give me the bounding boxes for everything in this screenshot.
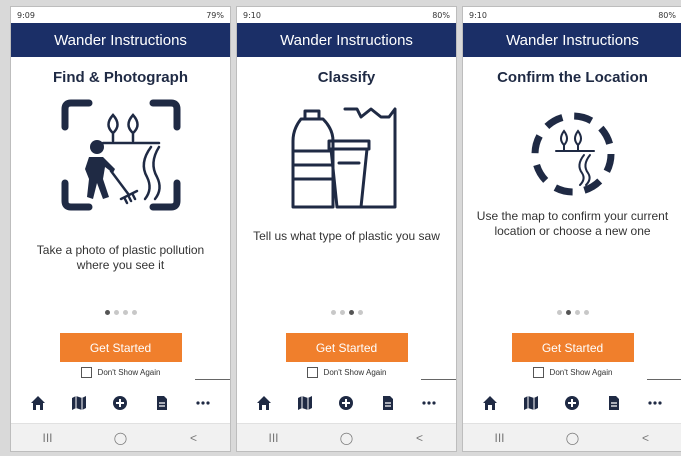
page-dot-1	[104, 310, 110, 315]
dont-show-again-checkbox[interactable]	[532, 367, 544, 378]
divider	[195, 379, 230, 380]
document-icon[interactable]	[604, 393, 624, 413]
home-icon[interactable]	[28, 393, 48, 413]
status-bar: 9:09 79%	[11, 7, 230, 23]
document-icon[interactable]	[152, 393, 172, 413]
bottom-tab-bar	[463, 383, 681, 423]
app-title-bar: Wander Instructions	[237, 23, 456, 57]
step-heading: Classify	[317, 69, 376, 86]
add-icon[interactable]	[562, 393, 582, 413]
dont-show-again[interactable]: Don't Show Again	[463, 367, 681, 378]
recent-apps-button[interactable]: III	[32, 431, 64, 445]
page-dot-1	[556, 310, 562, 315]
page-dot-2	[565, 310, 571, 315]
page-dot-4	[583, 310, 589, 315]
app-title: Wander Instructions	[280, 31, 413, 49]
dont-show-again-checkbox[interactable]	[306, 367, 318, 378]
page-dot-1	[330, 310, 336, 315]
person-picking-litter-icon	[61, 99, 180, 211]
system-nav-bar: III ◯ <	[237, 423, 456, 451]
dont-show-again-label: Don't Show Again	[323, 368, 387, 377]
divider	[421, 379, 456, 380]
page-dot-4	[131, 310, 137, 315]
pagination-dots	[556, 310, 589, 315]
home-icon[interactable]	[254, 393, 274, 413]
home-button[interactable]: ◯	[105, 431, 137, 445]
home-icon[interactable]	[480, 393, 500, 413]
status-time: 9:10	[469, 10, 487, 20]
add-icon[interactable]	[110, 393, 130, 413]
location-target-icon	[531, 112, 614, 196]
dont-show-again-label: Don't Show Again	[97, 368, 161, 377]
dont-show-again-label: Don't Show Again	[549, 368, 613, 377]
app-title-bar: Wander Instructions	[11, 23, 230, 57]
map-icon[interactable]	[521, 393, 541, 413]
map-icon[interactable]	[295, 393, 315, 413]
step-description: Tell us what type of plastic you saw	[253, 229, 440, 243]
divider	[647, 379, 681, 380]
plastic-containers-icon	[291, 107, 396, 209]
get-started-button[interactable]: Get Started	[59, 333, 182, 362]
recent-apps-button[interactable]: III	[258, 431, 290, 445]
pagination-dots	[104, 310, 137, 315]
map-icon[interactable]	[69, 393, 89, 413]
home-button[interactable]: ◯	[331, 431, 363, 445]
page-dot-2	[339, 310, 345, 315]
app-title-bar: Wander Instructions	[463, 23, 681, 57]
page-dot-3	[348, 310, 354, 315]
app-title: Wander Instructions	[506, 31, 639, 49]
phone-screen-classify: 9:10 80% Wander Instructions Classify Te…	[236, 6, 457, 452]
step-description: Use the map to confirm your current loca…	[476, 209, 669, 238]
app-title: Wander Instructions	[54, 31, 187, 49]
dont-show-again-checkbox[interactable]	[80, 367, 92, 378]
step-description: Take a photo of plastic pollution where …	[36, 243, 205, 272]
home-button[interactable]: ◯	[557, 431, 589, 445]
back-button[interactable]: <	[404, 431, 436, 445]
pagination-dots	[330, 310, 363, 315]
phone-screen-confirm-location: 9:10 80% Wander Instructions Confirm the…	[462, 6, 681, 452]
step-heading: Confirm the Location	[497, 69, 648, 86]
page-dot-4	[357, 310, 363, 315]
status-time: 9:10	[243, 10, 261, 20]
more-icon[interactable]	[419, 393, 439, 413]
dont-show-again[interactable]: Don't Show Again	[237, 367, 456, 378]
get-started-button[interactable]: Get Started	[511, 333, 634, 362]
more-icon[interactable]	[645, 393, 665, 413]
step-heading: Find & Photograph	[53, 69, 188, 86]
phone-screen-find-photograph: 9:09 79% Wander Instructions Find & Phot…	[10, 6, 231, 452]
recent-apps-button[interactable]: III	[484, 431, 516, 445]
more-icon[interactable]	[193, 393, 213, 413]
status-battery: 80%	[658, 10, 676, 20]
add-icon[interactable]	[336, 393, 356, 413]
system-nav-bar: III ◯ <	[463, 423, 681, 451]
document-icon[interactable]	[378, 393, 398, 413]
page-dot-3	[122, 310, 128, 315]
dont-show-again[interactable]: Don't Show Again	[11, 367, 230, 378]
status-battery: 79%	[206, 10, 224, 20]
back-button[interactable]: <	[178, 431, 210, 445]
status-bar: 9:10 80%	[463, 7, 681, 23]
system-nav-bar: III ◯ <	[11, 423, 230, 451]
page-dot-2	[113, 310, 119, 315]
status-time: 9:09	[17, 10, 35, 20]
back-button[interactable]: <	[630, 431, 662, 445]
get-started-button[interactable]: Get Started	[285, 333, 408, 362]
bottom-tab-bar	[237, 383, 456, 423]
status-bar: 9:10 80%	[237, 7, 456, 23]
bottom-tab-bar	[11, 383, 230, 423]
page-dot-3	[574, 310, 580, 315]
status-battery: 80%	[432, 10, 450, 20]
